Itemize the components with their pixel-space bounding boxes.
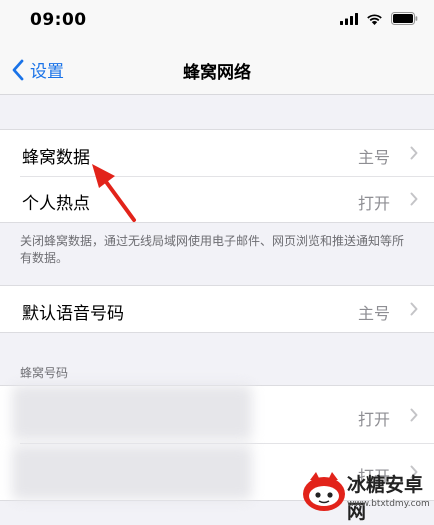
cellular-signal-icon — [340, 12, 358, 25]
row-label: 个人热点 — [22, 194, 90, 214]
status-time: 09:00 — [30, 10, 87, 30]
row-label: 蜂窝数据 — [22, 148, 90, 168]
watermark: 冰糖安卓网 www.btxtdmy.com — [299, 462, 434, 525]
row-value: 主号 — [357, 304, 390, 323]
row-value: 打开 — [357, 410, 390, 429]
row-personal-hotspot[interactable]: 个人热点 打开 — [0, 176, 434, 222]
row-label: 默认语音号码 — [22, 304, 124, 324]
chevron-right-icon — [410, 302, 418, 316]
navigation-bar: 设置 蜂窝网络 — [0, 44, 434, 95]
row-cellular-data[interactable]: 蜂窝数据 主号 — [0, 130, 434, 176]
wifi-icon — [367, 13, 382, 25]
section-header-cellular-numbers: 蜂窝号码 — [20, 366, 69, 380]
status-bar: 09:00 — [0, 0, 434, 44]
battery-icon — [391, 12, 418, 25]
redacted-line-1 — [12, 385, 252, 440]
settings-group-voice: 默认语音号码 主号 — [0, 285, 434, 333]
watermark-logo-icon — [303, 472, 345, 511]
chevron-right-icon — [410, 146, 418, 160]
chevron-right-icon — [410, 408, 418, 422]
chevron-right-icon — [410, 192, 418, 206]
row-value: 主号 — [357, 148, 390, 167]
settings-group-cellular: 蜂窝数据 主号 个人热点 打开 — [0, 129, 434, 223]
row-default-voice-line[interactable]: 默认语音号码 主号 — [0, 286, 434, 332]
cellular-data-footer-note: 关闭蜂窝数据，通过无线局域网使用电子邮件、网页浏览和推送通知等所有数据。 — [20, 234, 405, 265]
redacted-line-2 — [12, 445, 252, 500]
watermark-text: 冰糖安卓网 — [347, 474, 424, 523]
status-icons — [340, 12, 418, 25]
row-value: 打开 — [357, 194, 390, 213]
watermark-url: www.btxtdmy.com — [347, 499, 430, 509]
page-title: 蜂窝网络 — [183, 63, 251, 83]
